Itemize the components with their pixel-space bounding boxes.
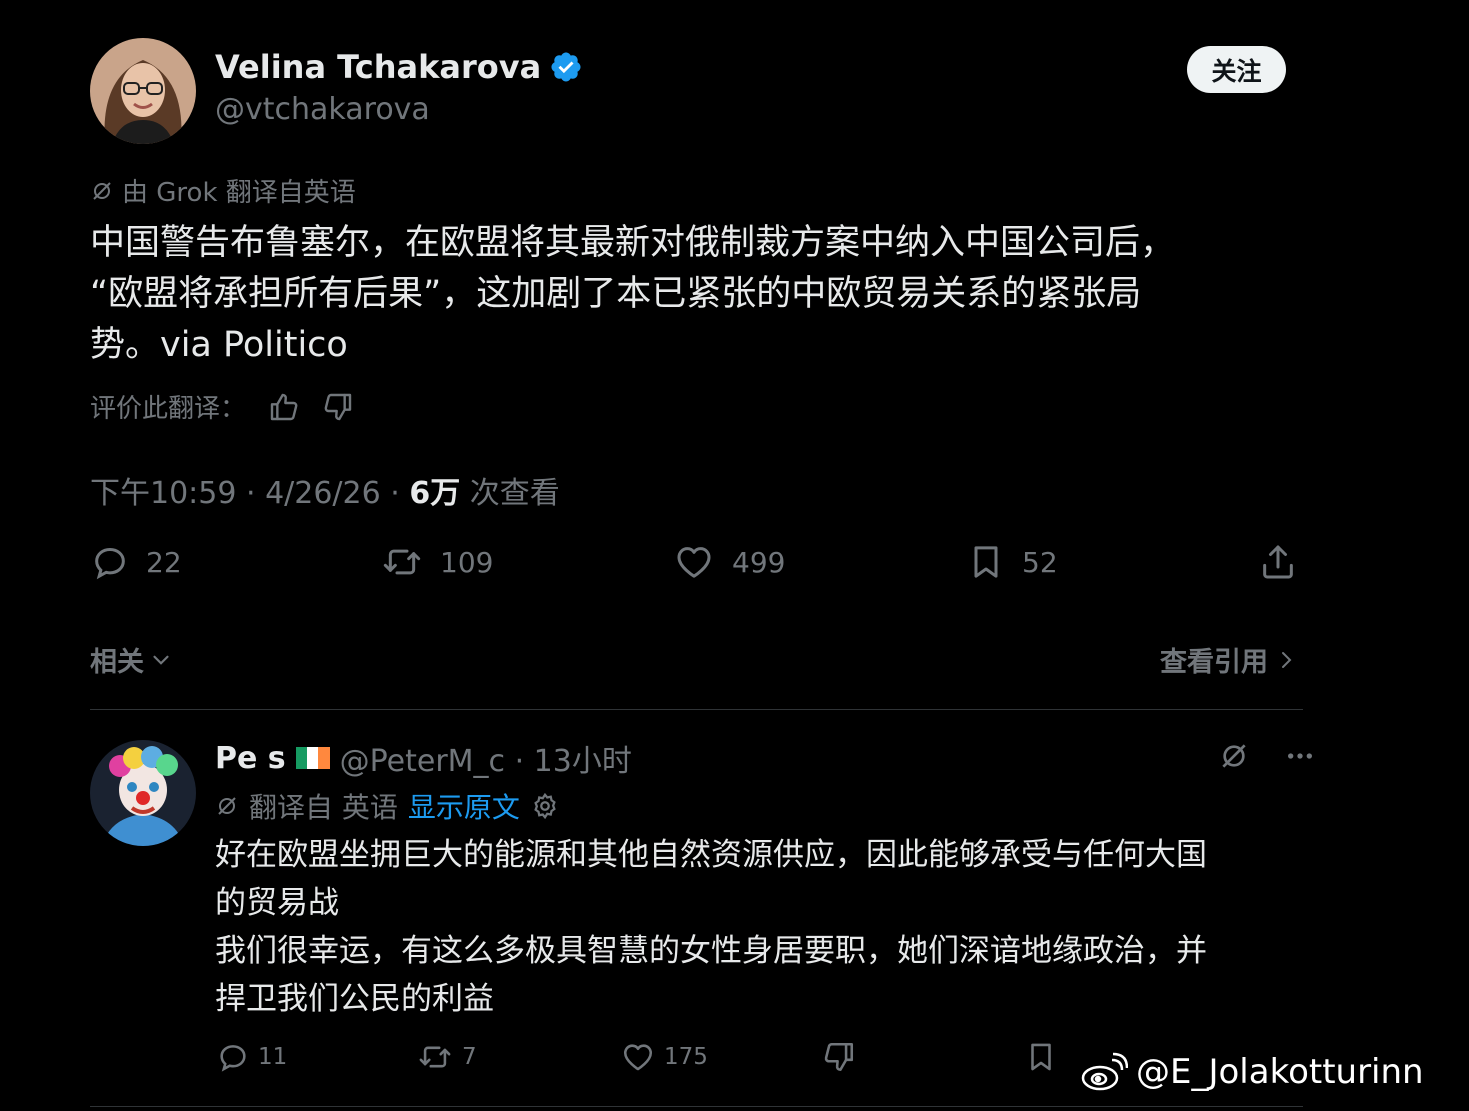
reply-reply-button[interactable]: 11	[216, 1040, 287, 1074]
reply-dislike-button[interactable]	[822, 1040, 856, 1074]
author-name-text[interactable]: Velina Tchakarova	[215, 48, 541, 86]
tweet-text: 中国警告布鲁塞尔，在欧盟将其最新对俄制裁方案中纳入中国公司后， “欧盟将承担所有…	[90, 223, 1176, 365]
reply-count: 22	[146, 545, 182, 579]
chevron-down-icon	[148, 647, 174, 673]
reply-author-name[interactable]: Pe s	[215, 741, 286, 776]
translate-icon	[215, 794, 239, 818]
author-name[interactable]: Velina Tchakarova	[215, 48, 583, 86]
thumbs-up-icon[interactable]	[268, 391, 300, 423]
repost-button[interactable]: 109	[380, 542, 493, 582]
translation-notice: 由 Grok 翻译自英语	[90, 172, 356, 209]
grok-translate-icon[interactable]	[1218, 740, 1250, 772]
related-dropdown[interactable]: 相关	[90, 640, 174, 679]
like-icon	[672, 542, 716, 582]
share-button[interactable]	[1258, 542, 1298, 582]
like-count: 499	[732, 545, 786, 579]
view-quotes-label: 查看引用	[1160, 647, 1268, 678]
bookmark-count: 52	[1022, 545, 1058, 579]
like-button[interactable]: 499	[672, 542, 785, 582]
watermark-text: @E_Jolakotturinn	[1136, 1052, 1424, 1092]
reply-like-count: 175	[664, 1044, 708, 1070]
more-icon[interactable]	[1284, 740, 1316, 772]
weibo-icon	[1080, 1052, 1128, 1092]
repost-icon	[380, 542, 424, 582]
settings-icon[interactable]	[530, 791, 560, 821]
reply-reply-count: 11	[258, 1044, 288, 1070]
reply-repost-button[interactable]: 7	[416, 1040, 477, 1074]
reply-avatar[interactable]	[90, 740, 196, 846]
reply-translated-from: 翻译自 英语	[249, 791, 398, 824]
view-count-label: 次查看	[460, 476, 560, 511]
repost-icon	[416, 1040, 454, 1074]
view-count: 6万	[409, 476, 461, 511]
reply-header: Pe s @PeterM_c · 13小时	[215, 736, 632, 780]
like-icon	[620, 1040, 656, 1074]
reply-tools	[1218, 740, 1316, 772]
divider	[90, 1106, 1303, 1107]
author-handle[interactable]: @vtchakarova	[215, 92, 430, 127]
thumbs-down-icon[interactable]	[322, 391, 354, 423]
reply-bookmark-button[interactable]	[1024, 1040, 1058, 1074]
reply-like-button[interactable]: 175	[620, 1040, 708, 1074]
divider	[90, 709, 1303, 710]
author-avatar[interactable]	[90, 38, 196, 144]
thumbs-down-icon	[822, 1040, 856, 1074]
tweet-timestamp[interactable]: 下午10:59 · 4/26/26 ·	[90, 476, 409, 511]
rate-translation-label: 评价此翻译：	[90, 394, 247, 424]
repost-count: 109	[440, 545, 494, 579]
verified-badge-icon	[549, 50, 583, 84]
reply-button[interactable]: 22	[90, 542, 182, 582]
reply-text: 好在欧盟坐拥巨大的能源和其他自然资源供应，因此能够承受与任何大国 的贸易战 我们…	[215, 837, 1207, 1017]
reply-repost-count: 7	[462, 1044, 477, 1070]
share-icon	[1258, 542, 1298, 582]
translation-notice-text: 由 Grok 翻译自英语	[122, 178, 356, 208]
follow-button[interactable]: 关注	[1187, 46, 1286, 93]
bookmark-icon	[966, 542, 1006, 582]
reply-handle-time[interactable]: @PeterM_c · 13小时	[340, 736, 632, 780]
reply-icon	[90, 542, 130, 582]
show-original-link[interactable]: 显示原文	[408, 786, 520, 826]
translate-icon	[90, 179, 114, 203]
related-label: 相关	[90, 647, 144, 678]
reply-icon	[216, 1040, 250, 1074]
view-quotes-link[interactable]: 查看引用	[1160, 640, 1298, 679]
bookmark-button[interactable]: 52	[966, 542, 1058, 582]
reply-translation-notice: 翻译自 英语 显示原文	[215, 786, 560, 826]
chevron-right-icon	[1274, 648, 1298, 672]
weibo-watermark: @E_Jolakotturinn	[1080, 1052, 1424, 1092]
rate-translation: 评价此翻译：	[90, 388, 354, 425]
tweet-meta: 下午10:59 · 4/26/26 · 6万 次查看	[90, 468, 560, 512]
bookmark-icon	[1024, 1040, 1058, 1074]
ireland-flag-icon	[295, 747, 330, 769]
